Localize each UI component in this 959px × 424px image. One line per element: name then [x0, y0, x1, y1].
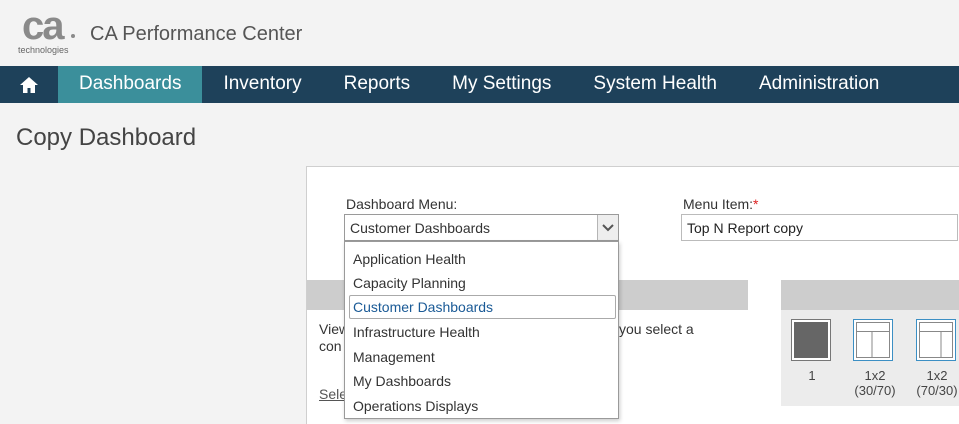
nav-item-dashboards[interactable]: Dashboards — [58, 66, 203, 103]
layout-tile-2-ratio: (30/70) — [854, 383, 896, 398]
nav-item-administration[interactable]: Administration — [738, 66, 900, 103]
description-text-line2: con — [319, 338, 342, 354]
layout-tile-1-label: 1 — [808, 368, 816, 383]
layout-tile-2-name: 1x2 — [864, 368, 886, 383]
logo-subtitle: technologies — [18, 45, 69, 55]
required-marker: * — [753, 196, 759, 212]
dropdown-option[interactable]: Operations Displays — [349, 394, 616, 418]
layout-tile-3-label: 1x2 (70/30) — [912, 368, 959, 398]
layout-1x2-70-30-icon — [919, 322, 953, 358]
dropdown-option[interactable]: Management — [349, 345, 616, 369]
logo-dot — [71, 34, 75, 38]
nav-item-inventory[interactable]: Inventory — [202, 66, 322, 103]
layout-single-icon — [794, 322, 828, 358]
layout-tile-1[interactable] — [791, 319, 831, 361]
section-header-right — [781, 280, 959, 310]
menu-item-label: Menu Item: — [683, 196, 754, 212]
dropdown-option[interactable]: My Dashboards — [349, 369, 616, 393]
nav-item-reports[interactable]: Reports — [323, 66, 432, 103]
nav-home-button[interactable] — [0, 66, 58, 103]
layout-tile-1x2-70-30[interactable] — [916, 319, 956, 361]
select-link[interactable]: Sele — [319, 386, 347, 402]
dropdown-option[interactable]: Infrastructure Health — [349, 320, 616, 344]
chevron-down-icon — [602, 223, 614, 231]
dropdown-option[interactable]: Capacity Planning — [349, 271, 616, 295]
layout-tile-1x2-30-70[interactable] — [853, 319, 893, 361]
dashboard-menu-value: Customer Dashboards — [350, 220, 491, 236]
layout-tile-3-ratio: (70/30) — [916, 383, 958, 398]
home-icon — [20, 76, 38, 93]
main-nav: Dashboards Inventory Reports My Settings… — [0, 66, 959, 103]
dashboard-menu-dropdown: Application Health Capacity Planning Cus… — [344, 241, 619, 419]
dropdown-option[interactable]: Application Health — [349, 247, 616, 271]
layout-tile-2-label: 1x2 (30/70) — [850, 368, 900, 398]
layout-1x2-30-70-icon — [856, 322, 890, 358]
dropdown-toggle-button[interactable] — [597, 215, 618, 240]
description-text-right: you select a — [619, 321, 694, 337]
menu-item-field[interactable]: Top N Report copy — [681, 214, 958, 241]
page-title: Copy Dashboard — [16, 124, 197, 151]
layout-options: 1 1x2 (30/70) 1x2 (70/30) — [781, 310, 959, 406]
dashboard-menu-select[interactable]: Customer Dashboards — [344, 214, 619, 241]
nav-item-my-settings[interactable]: My Settings — [431, 66, 572, 103]
app-header: ca technologies CA Performance Center — [0, 0, 959, 66]
dashboard-menu-label: Dashboard Menu: — [346, 196, 458, 212]
dropdown-option-selected[interactable]: Customer Dashboards — [349, 295, 616, 319]
ca-logo[interactable]: ca technologies — [18, 4, 78, 58]
menu-item-label-group: Menu Item:* — [683, 196, 758, 212]
logo-mark: ca — [22, 4, 64, 48]
nav-item-system-health[interactable]: System Health — [572, 66, 738, 103]
layout-tile-3-name: 1x2 — [926, 368, 948, 383]
app-title: CA Performance Center — [90, 23, 303, 45]
